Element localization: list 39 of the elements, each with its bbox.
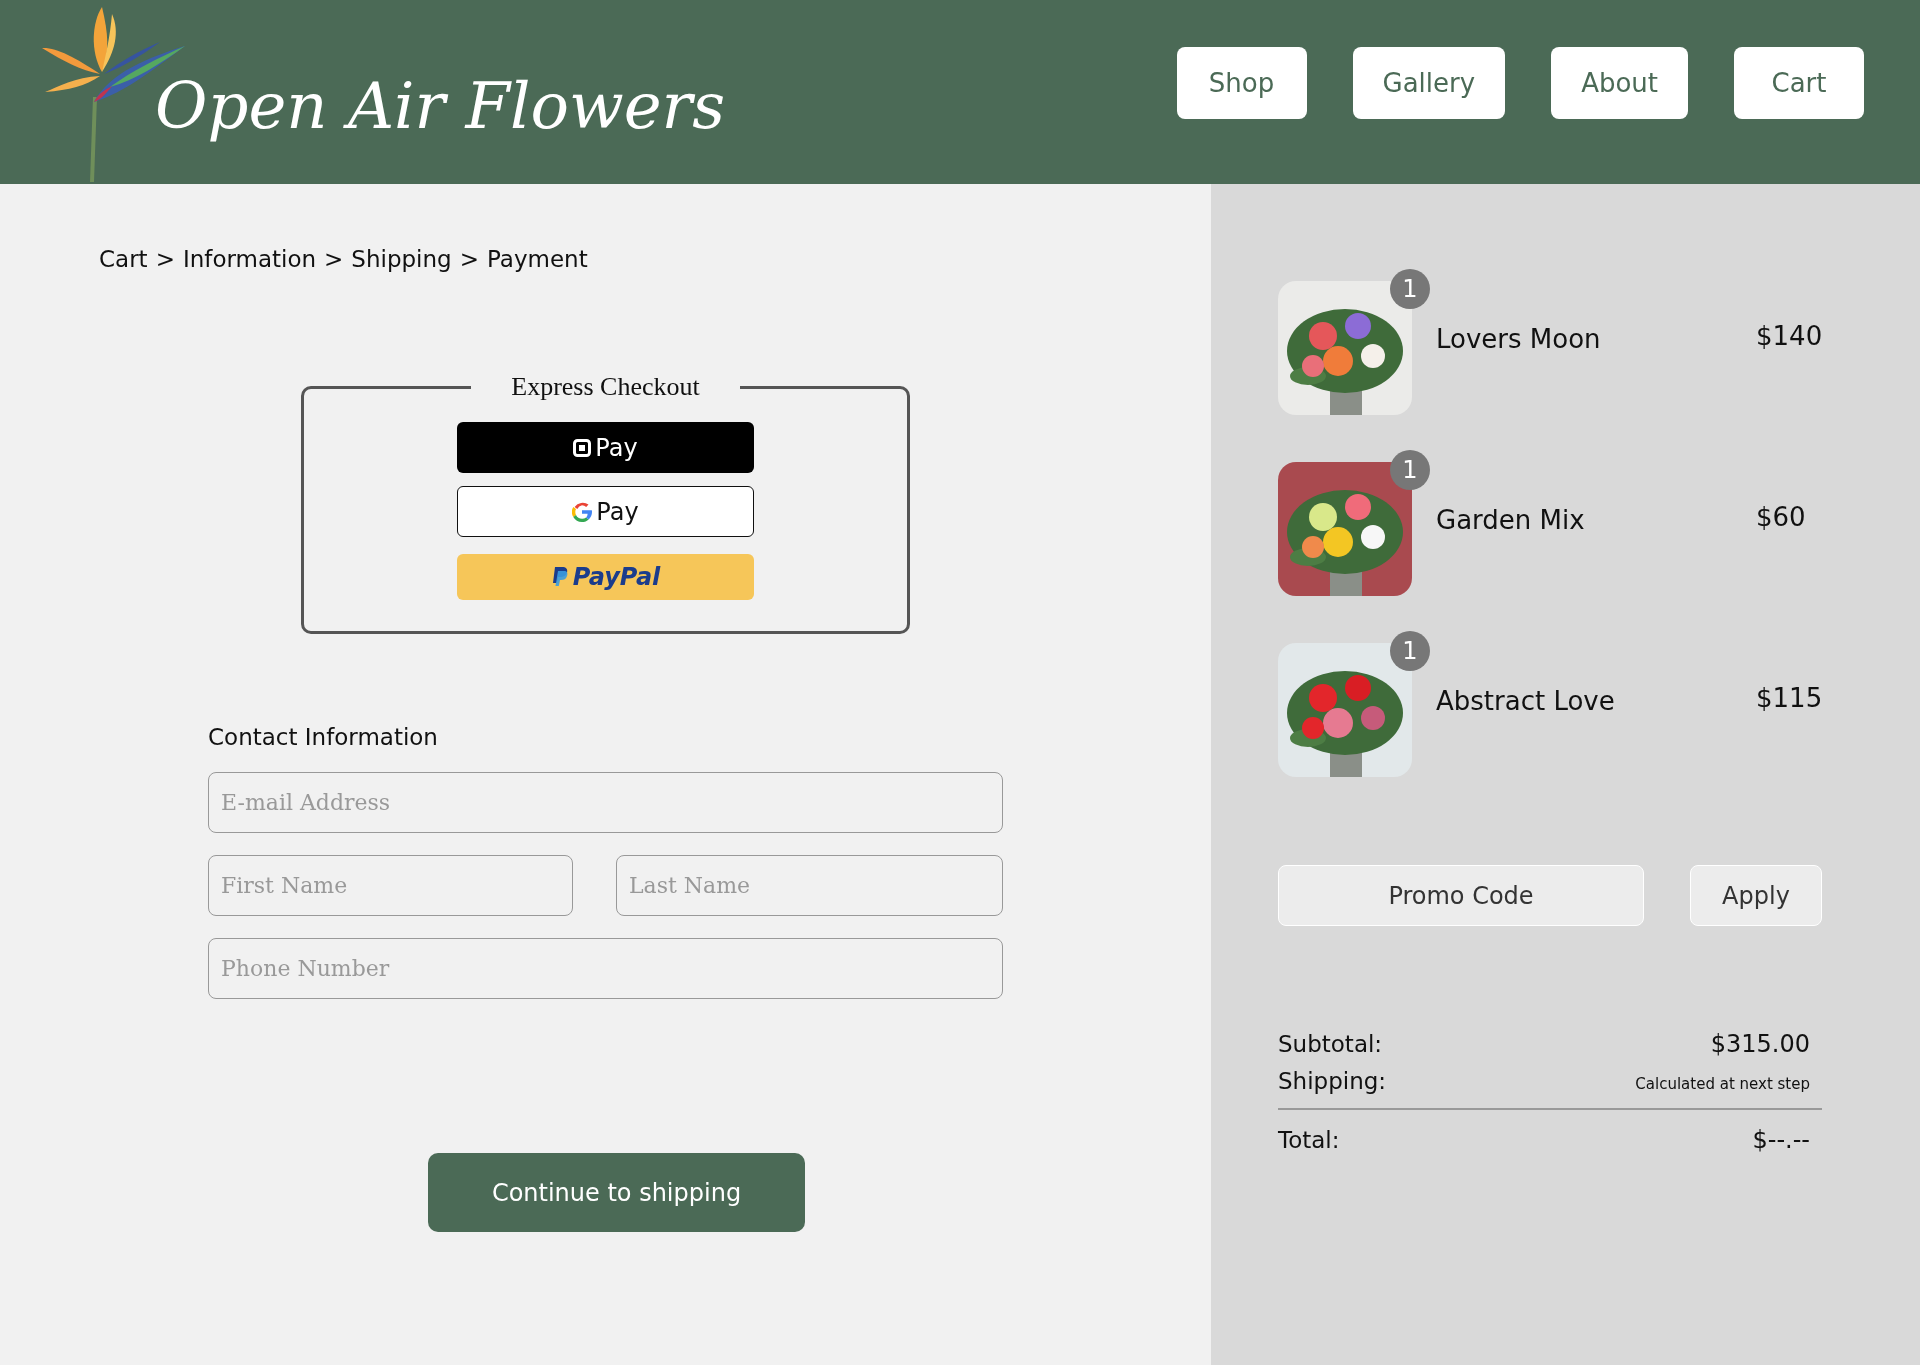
product-price: $60 xyxy=(1756,502,1807,532)
nav-button[interactable]: About xyxy=(1551,47,1688,119)
product-name: Abstract Love xyxy=(1436,686,1615,716)
paypal-pay-button[interactable]: PayPal xyxy=(457,554,754,600)
nav-button[interactable]: Cart xyxy=(1734,47,1864,119)
breadcrumb-link[interactable]: Information xyxy=(182,246,317,272)
continue-button[interactable]: Continue to shipping xyxy=(428,1153,805,1232)
section-title: Contact Information xyxy=(208,724,439,750)
input-field[interactable]: Last Name xyxy=(616,855,1003,916)
product-name: Lovers Moon xyxy=(1436,324,1601,354)
logo-text: Open Air Flowers xyxy=(155,69,725,143)
input-field[interactable]: E-mail Address xyxy=(208,772,1003,833)
nav-button[interactable]: Gallery xyxy=(1352,47,1506,119)
promo-code-field[interactable]: Promo Code xyxy=(1278,865,1644,926)
nav-button[interactable]: Shop xyxy=(1176,47,1307,119)
input-field[interactable]: First Name xyxy=(208,855,573,916)
total-value: $--.-- xyxy=(1752,1126,1810,1154)
breadcrumb-link[interactable]: Shipping xyxy=(351,246,452,272)
breadcrumb-separator: > xyxy=(324,246,344,272)
quantity-badge: 1 xyxy=(1390,269,1430,309)
shipping-value: Calculated at next step xyxy=(1635,1075,1810,1093)
subtotal-value: $315.00 xyxy=(1710,1030,1810,1058)
breadcrumb-link[interactable]: Cart xyxy=(99,246,148,272)
quantity-badge: 1 xyxy=(1390,450,1430,490)
subtotal-label: Subtotal: xyxy=(1278,1031,1383,1057)
apply-button[interactable]: Apply xyxy=(1690,865,1822,926)
product-price: $115 xyxy=(1756,683,1822,713)
shipping-label: Shipping: xyxy=(1278,1068,1387,1094)
google-pay-button[interactable]: Pay xyxy=(457,486,754,537)
input-field[interactable]: Phone Number xyxy=(208,938,1003,999)
express-checkout-title: Express Checkout xyxy=(510,372,701,402)
breadcrumb-link[interactable]: Payment xyxy=(486,246,588,272)
breadcrumb-separator: > xyxy=(459,246,479,272)
product-price: $140 xyxy=(1756,321,1822,351)
quantity-badge: 1 xyxy=(1390,631,1430,671)
breadcrumb-separator: > xyxy=(155,246,175,272)
square-pay-button[interactable]: Pay xyxy=(457,422,754,473)
product-name: Garden Mix xyxy=(1436,505,1585,535)
total-label: Total: xyxy=(1278,1127,1340,1153)
